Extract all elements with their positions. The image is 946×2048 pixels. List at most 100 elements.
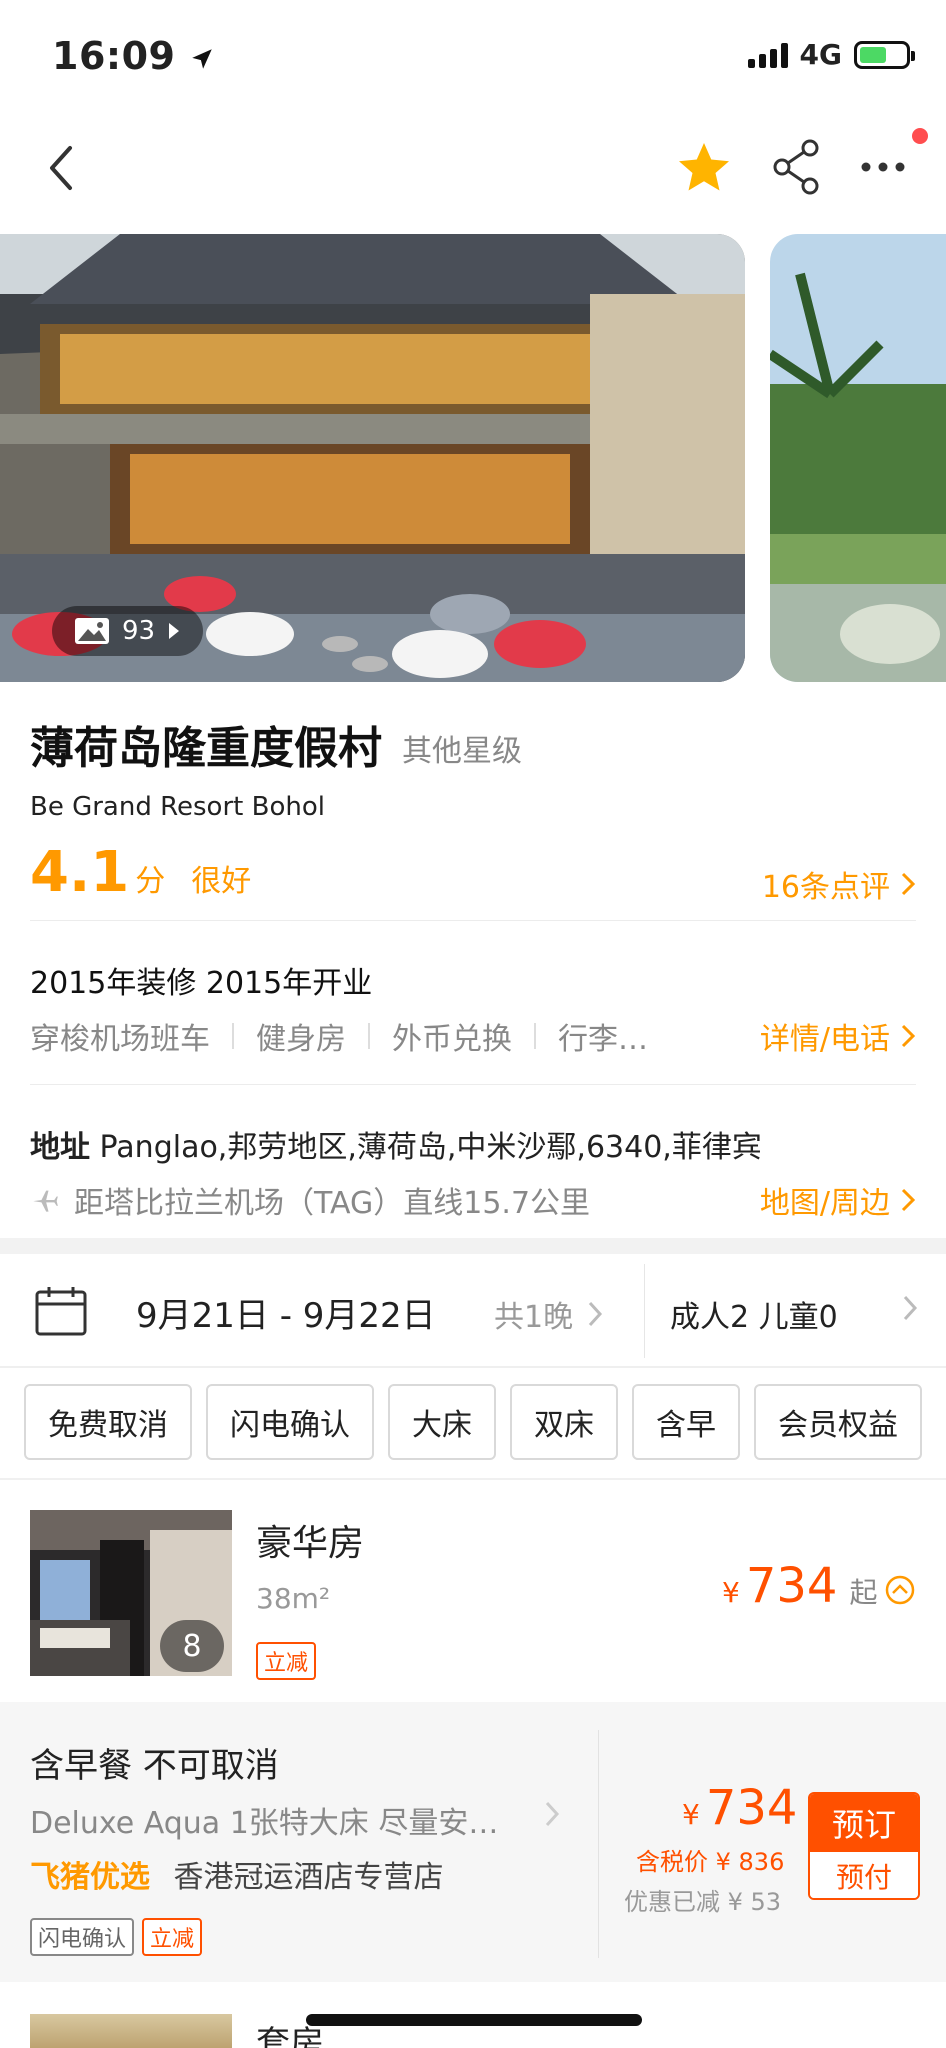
filter-breakfast[interactable]: 含早 bbox=[632, 1384, 740, 1460]
vendor-brand: 飞猪优选 bbox=[30, 1860, 150, 1895]
chevron-right-icon[interactable] bbox=[544, 1800, 560, 1832]
photo-count-badge[interactable]: 93 bbox=[52, 606, 204, 656]
facility-item: 健身房 bbox=[256, 1022, 346, 1057]
rate-plan-description: Deluxe Aqua 1张特大床 尽量安… bbox=[30, 1806, 499, 1841]
filter-free-cancel[interactable]: 免费取消 bbox=[24, 1384, 192, 1460]
reviews-link[interactable]: 16条点评 bbox=[762, 862, 916, 906]
facility-item: 外币兑换 bbox=[392, 1022, 512, 1057]
address-label: 地址 bbox=[30, 1130, 90, 1165]
divider bbox=[30, 1084, 916, 1085]
room-filter-chips: 免费取消 闪电确认 大床 双床 含早 会员权益 bbox=[24, 1384, 922, 1460]
currency-symbol: ¥ bbox=[682, 1798, 700, 1831]
hotel-photo-next[interactable] bbox=[770, 234, 946, 682]
room-name[interactable]: 豪华房 bbox=[256, 1514, 364, 1566]
divider bbox=[30, 920, 916, 921]
room-size: 38m² bbox=[256, 1582, 331, 1615]
address: 地址 Panglao,邦劳地区,薄荷岛,中米沙鄢,6340,菲律宾 bbox=[30, 1122, 762, 1166]
more-button[interactable] bbox=[860, 150, 906, 188]
back-button[interactable] bbox=[40, 140, 84, 196]
book-button[interactable]: 预订 预付 bbox=[808, 1792, 920, 1900]
chevron-right-icon bbox=[588, 1301, 603, 1327]
calendar-icon[interactable] bbox=[34, 1284, 88, 1342]
vendor-name: 香港冠运酒店专营店 bbox=[173, 1860, 444, 1895]
chevron-right-icon[interactable] bbox=[902, 1294, 918, 1326]
share-icon bbox=[773, 139, 819, 195]
resort-garden-image bbox=[770, 234, 946, 682]
currency-symbol: ¥ bbox=[722, 1576, 740, 1609]
instant-confirm-tag: 闪电确认 bbox=[30, 1918, 135, 1956]
rate-plan-price: ¥ 734 bbox=[682, 1780, 797, 1836]
facility-item: 穿梭机场班车 bbox=[30, 1022, 210, 1057]
signal-icon bbox=[747, 42, 788, 68]
renovation-info: 2015年装修 2015年开业 bbox=[30, 966, 373, 1001]
airport-distance-text: 距塔比拉兰机场（TAG）直线15.7公里 bbox=[74, 1186, 591, 1221]
date-range[interactable]: 9月21日 - 9月22日 bbox=[136, 1288, 436, 1337]
details-link-label: 详情/电话 bbox=[759, 1022, 890, 1057]
battery-icon bbox=[854, 40, 915, 69]
status-indicators: 4G bbox=[747, 38, 915, 71]
filter-king-bed[interactable]: 大床 bbox=[388, 1384, 496, 1460]
rate-plan-tags: 闪电确认 立减 bbox=[30, 1918, 203, 1956]
price-value: 734 bbox=[745, 1558, 838, 1614]
discount-tag: 立减 bbox=[142, 1918, 203, 1956]
facility-list: 穿梭机场班车 健身房 外币兑换 行李… bbox=[30, 1014, 648, 1058]
chevron-left-icon bbox=[50, 146, 72, 190]
hotel-star-level: 其他星级 bbox=[402, 734, 522, 769]
section-separator bbox=[0, 1238, 946, 1254]
home-indicator[interactable] bbox=[306, 2014, 642, 2026]
image-icon bbox=[75, 618, 109, 644]
favorite-button[interactable] bbox=[674, 138, 734, 202]
share-button[interactable] bbox=[770, 138, 824, 200]
chevron-right-icon bbox=[901, 1024, 916, 1048]
divider bbox=[598, 1730, 599, 1958]
discount-tag: 立减 bbox=[256, 1642, 317, 1680]
divider bbox=[0, 1478, 946, 1480]
collapse-room-button[interactable] bbox=[884, 1574, 916, 1610]
room-photo-count: 8 bbox=[160, 1620, 224, 1672]
room-promo-tag: 立减 bbox=[256, 1642, 317, 1680]
nights-count[interactable]: 共1晚 bbox=[494, 1292, 603, 1336]
hotel-name: 薄荷岛隆重度假村 bbox=[30, 723, 382, 774]
airport-distance: 距塔比拉兰机场（TAG）直线15.7公里 bbox=[30, 1178, 590, 1222]
notification-dot bbox=[912, 128, 928, 144]
rating-unit: 分 bbox=[135, 864, 166, 899]
guests-selector[interactable]: 成人2 儿童0 bbox=[670, 1292, 838, 1336]
status-time: 16:09 bbox=[52, 34, 215, 78]
hotel-detail-page: 16:09 4G 93 薄荷岛隆重度假村 其他星级 Be Grand Resor… bbox=[0, 0, 946, 2048]
play-arrow-icon bbox=[169, 623, 180, 639]
tax-inclusive-price: 含税价 ¥ 836 bbox=[636, 1848, 785, 1876]
more-icon bbox=[861, 162, 905, 172]
chevron-right-icon bbox=[901, 872, 916, 896]
facility-item: 行李… bbox=[558, 1022, 648, 1057]
map-nearby-link[interactable]: 地图/周边 bbox=[760, 1178, 916, 1222]
reviews-link-label: 16条点评 bbox=[761, 870, 890, 905]
prepay-label: 预付 bbox=[810, 1852, 918, 1898]
nights-label: 共1晚 bbox=[494, 1300, 574, 1335]
rating-score: 4.1 bbox=[30, 840, 130, 905]
network-type: 4G bbox=[799, 38, 842, 71]
rating-word: 很好 bbox=[191, 864, 252, 899]
rating: 4.1 分 很好 bbox=[30, 840, 251, 905]
filter-twin-bed[interactable]: 双床 bbox=[510, 1384, 618, 1460]
star-icon bbox=[679, 143, 729, 191]
price-value: 734 bbox=[705, 1780, 798, 1836]
hotel-name-en: Be Grand Resort Bohol bbox=[30, 792, 325, 822]
chevron-right-icon bbox=[901, 1188, 916, 1212]
location-arrow-icon bbox=[192, 48, 212, 69]
room-price: ¥ 734 起 bbox=[722, 1558, 877, 1614]
filter-member-benefits[interactable]: 会员权益 bbox=[754, 1384, 922, 1460]
price-suffix: 起 bbox=[849, 1576, 878, 1609]
chevron-up-circle-icon bbox=[885, 1575, 915, 1605]
details-phone-link[interactable]: 详情/电话 bbox=[760, 1014, 916, 1058]
address-text: Panglao,邦劳地区,薄荷岛,中米沙鄢,6340,菲律宾 bbox=[99, 1130, 762, 1165]
room-photo[interactable] bbox=[30, 2014, 232, 2048]
rate-plan-vendor: 飞猪优选 香港冠运酒店专营店 bbox=[30, 1852, 444, 1896]
discount-amount: 优惠已减 ¥ 53 bbox=[624, 1888, 782, 1916]
divider bbox=[644, 1264, 645, 1358]
photo-count: 93 bbox=[122, 616, 156, 646]
divider bbox=[0, 1366, 946, 1368]
book-label: 预订 bbox=[810, 1794, 918, 1852]
filter-instant-confirm[interactable]: 闪电确认 bbox=[206, 1384, 374, 1460]
map-link-label: 地图/周边 bbox=[759, 1186, 890, 1221]
rate-plan-title: 含早餐 不可取消 bbox=[30, 1746, 279, 1786]
